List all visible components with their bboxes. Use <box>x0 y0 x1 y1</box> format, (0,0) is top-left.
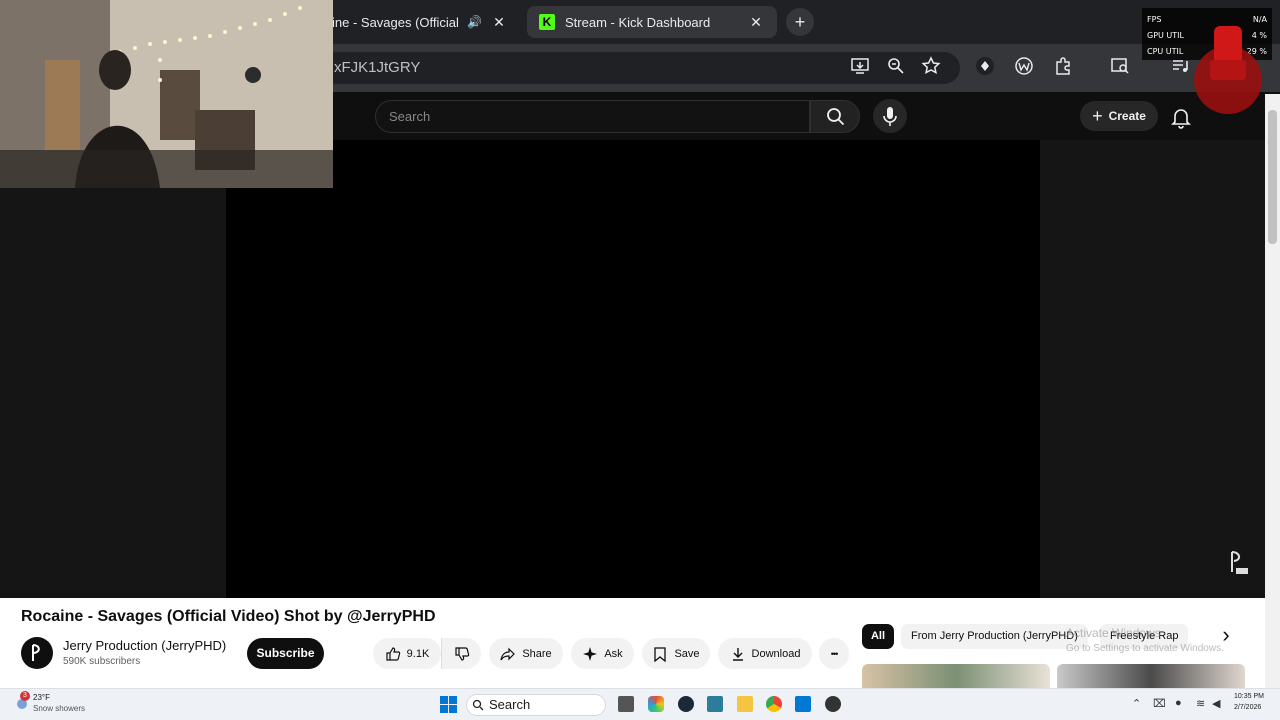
save-button[interactable]: Save <box>642 638 710 669</box>
weather-temperature: 23°F <box>33 693 50 702</box>
search-button[interactable] <box>810 100 860 133</box>
red-fist-logo-icon <box>1190 14 1264 126</box>
voice-search-button[interactable] <box>873 99 907 133</box>
video-player[interactable] <box>226 140 1040 598</box>
dislike-button[interactable] <box>441 638 481 669</box>
create-button[interactable]: + Create <box>1080 101 1158 131</box>
clock-date[interactable]: 2/7/2026 <box>1234 704 1261 711</box>
windows-start-icon[interactable] <box>440 696 457 713</box>
microphone-icon <box>883 107 897 126</box>
share-icon <box>500 647 516 660</box>
search-icon <box>472 698 484 711</box>
search-icon <box>827 108 845 126</box>
close-tab-icon[interactable]: ✕ <box>747 14 765 31</box>
chip-all[interactable]: All <box>862 624 894 649</box>
tray-mic-icon[interactable]: ● <box>1175 697 1182 709</box>
bookmark-icon <box>654 646 667 662</box>
zoom-icon[interactable] <box>884 56 908 80</box>
sparkle-icon <box>583 646 598 661</box>
extension-w-icon[interactable] <box>1012 56 1036 80</box>
video-title: Rocaine - Savages (Official Video) Shot … <box>21 608 436 625</box>
taskbar-search[interactable]: Search <box>466 694 606 716</box>
tab-title: Stream - Kick Dashboard <box>565 14 711 30</box>
webcam-overlay <box>0 0 333 188</box>
channel-watermark-icon[interactable] <box>1222 548 1252 578</box>
recommended-thumbnail[interactable] <box>862 664 1050 688</box>
thumbs-up-icon <box>386 646 400 661</box>
create-label: Create <box>1108 109 1146 123</box>
chip-from-channel[interactable]: From Jerry Production (JerryPHD) <box>901 624 1088 649</box>
tab-youtube-video[interactable]: ine - Savages (Official \ 🔊 ✕ <box>320 6 520 38</box>
tab-kick-dashboard[interactable]: K Stream - Kick Dashboard ✕ <box>527 6 777 38</box>
share-button[interactable]: Share <box>489 638 563 669</box>
ask-button[interactable]: Ask <box>571 638 634 669</box>
task-view-icon[interactable] <box>618 696 634 712</box>
obs-icon[interactable] <box>825 696 841 712</box>
search-input[interactable]: Search <box>375 100 810 133</box>
tray-volume-icon[interactable]: ◀ <box>1212 697 1220 710</box>
windows-taskbar <box>0 688 1280 720</box>
recommended-thumbnail[interactable] <box>1057 664 1245 688</box>
new-tab-button[interactable]: + <box>786 8 814 36</box>
like-count: 9.1K <box>406 647 430 660</box>
copilot-icon[interactable] <box>648 696 664 712</box>
chrome-icon[interactable] <box>766 696 782 712</box>
tray-network-icon[interactable]: ⌧ <box>1153 697 1166 710</box>
tray-chevron-up-icon[interactable]: ⌃ <box>1132 697 1141 710</box>
weather-badge: 3 <box>20 691 30 701</box>
steam-icon[interactable] <box>678 696 694 712</box>
lens-icon[interactable] <box>1108 56 1132 80</box>
activate-windows-subtitle: Go to Settings to activate Windows. <box>1066 643 1224 654</box>
install-icon[interactable] <box>848 56 872 80</box>
tab-title: ine - Savages (Official \ <box>332 14 462 30</box>
speaker-icon[interactable]: 🔊 <box>467 15 482 29</box>
close-tab-icon[interactable]: ✕ <box>490 14 508 31</box>
extension-diamond-icon[interactable] <box>973 56 997 80</box>
thumbs-down-icon <box>454 646 469 661</box>
clock-time[interactable]: 10:35 PM <box>1234 693 1264 700</box>
kick-logo-icon: K <box>539 14 555 30</box>
download-icon <box>732 647 743 661</box>
star-icon[interactable] <box>919 56 943 80</box>
channel-avatar[interactable] <box>21 637 53 669</box>
tray-wifi-icon[interactable]: ≋ <box>1196 697 1205 710</box>
like-button[interactable]: 9.1K <box>373 638 441 669</box>
more-actions-button[interactable]: ••• <box>819 638 849 669</box>
file-explorer-icon[interactable] <box>737 696 753 712</box>
channel-name[interactable]: Jerry Production (JerryPHD) <box>63 638 226 653</box>
store-icon[interactable] <box>795 696 811 712</box>
weather-description: Snow showers <box>33 704 86 713</box>
scrollbar-thumb[interactable] <box>1268 110 1277 244</box>
puzzle-icon[interactable] <box>1051 56 1075 80</box>
download-button[interactable]: Download <box>718 638 812 669</box>
subscribe-button[interactable]: Subscribe <box>247 638 324 669</box>
activate-windows-title: Activate Windows <box>1066 626 1161 640</box>
plus-icon: + <box>1092 105 1103 126</box>
app-icon[interactable] <box>707 696 723 712</box>
subscriber-count: 590K subscribers <box>63 656 141 667</box>
